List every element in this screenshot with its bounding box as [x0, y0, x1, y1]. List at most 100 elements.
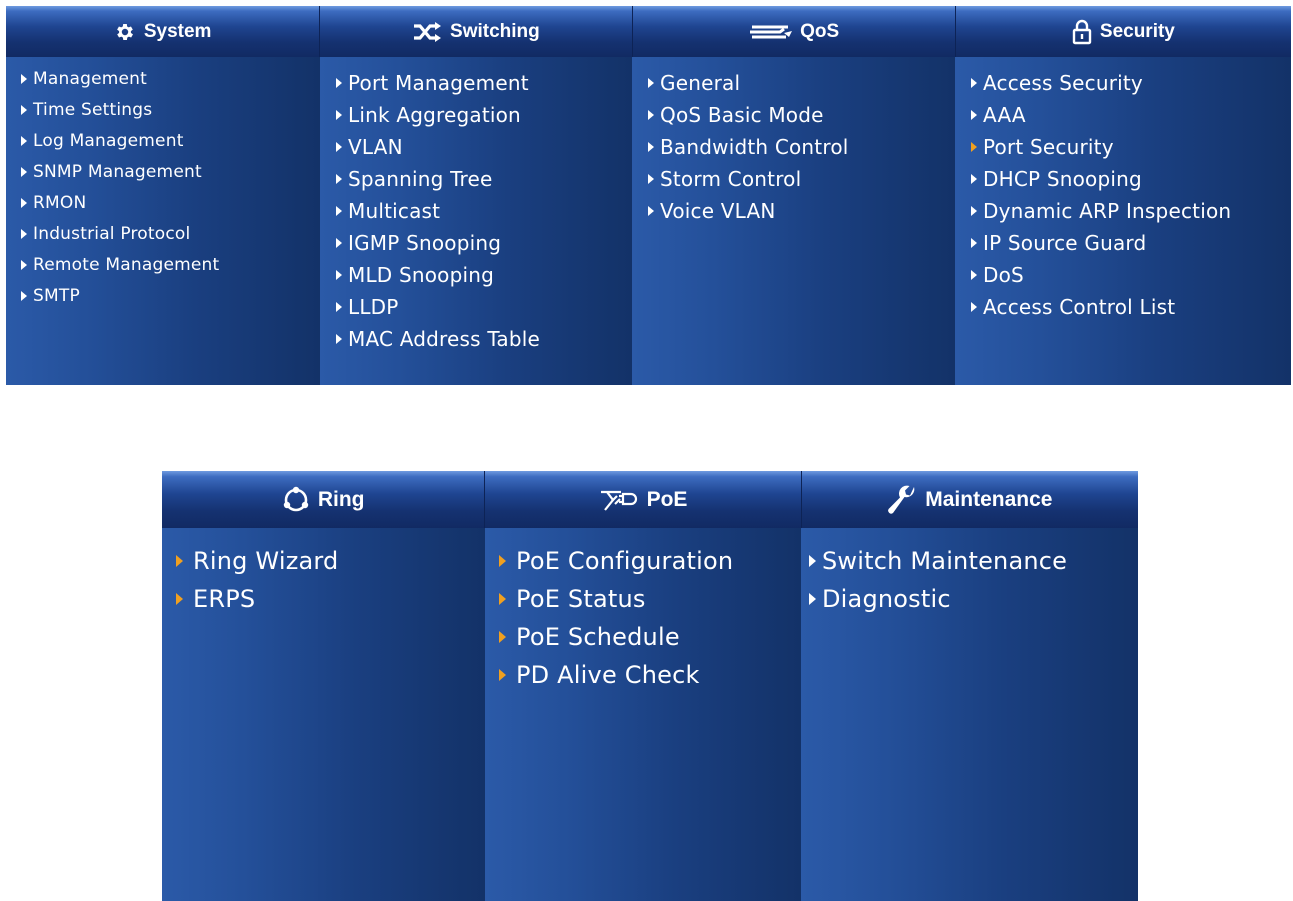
menu-item-label: PoE Schedule [516, 623, 680, 651]
menu-item-label: Port Security [983, 135, 1114, 159]
menu-item-ring-erps[interactable]: ERPS [162, 580, 485, 618]
arrow-right-icon [336, 110, 342, 120]
arrow-right-icon [336, 142, 342, 152]
menu-item-maintenance-diagnostic[interactable]: Diagnostic [801, 580, 1138, 618]
menu-item-label: Voice VLAN [660, 199, 776, 223]
menu-item-label: Access Control List [983, 295, 1176, 319]
menu-header-system[interactable]: System [6, 6, 321, 57]
menu-item-qos-voice-vlan[interactable]: Voice VLAN [632, 195, 955, 227]
wrench-icon [887, 483, 917, 517]
menu-item-security-dhcp-snooping[interactable]: DHCP Snooping [955, 163, 1291, 195]
menu-item-system-time-settings[interactable]: Time Settings [6, 94, 320, 125]
arrow-right-icon [336, 238, 342, 248]
menu-item-security-access-security[interactable]: Access Security [955, 67, 1291, 99]
menu-item-label: SNMP Management [33, 161, 202, 182]
arrow-right-icon [971, 270, 977, 280]
menu-item-switching-mac-address-table[interactable]: MAC Address Table [320, 323, 632, 355]
menu-item-switching-link-aggregation[interactable]: Link Aggregation [320, 99, 632, 131]
top-menu-body: Management Time Settings Log Management SNM… [6, 57, 1291, 385]
menu-item-poe-poe-status[interactable]: PoE Status [485, 580, 801, 618]
menu-item-switching-igmp-snooping[interactable]: IGMP Snooping [320, 227, 632, 259]
menu-item-ring-ring-wizard[interactable]: Ring Wizard [162, 542, 485, 580]
arrow-right-icon [21, 197, 27, 208]
menu-header-switching[interactable]: Switching [320, 6, 633, 57]
menu-item-poe-pd-alive-check[interactable]: PD Alive Check [485, 656, 801, 694]
menu-item-label: MAC Address Table [348, 327, 541, 351]
menu-header-poe[interactable]: PoE [485, 471, 802, 528]
ring-icon [282, 486, 310, 514]
menu-item-label: Access Security [983, 71, 1143, 95]
top-menu-panel: System Switching QoS Security Management… [6, 6, 1291, 385]
menu-item-security-ip-source-guard[interactable]: IP Source Guard [955, 227, 1291, 259]
menu-column-poe: PoE Configuration PoE Status PoE Schedule P… [485, 528, 801, 901]
menu-item-label: Multicast [348, 199, 441, 223]
qos-lines-icon [748, 23, 793, 41]
menu-item-security-dynamic-arp-inspection[interactable]: Dynamic ARP Inspection [955, 195, 1291, 227]
menu-item-label: Dynamic ARP Inspection [983, 199, 1232, 223]
arrow-right-icon [336, 174, 342, 184]
menu-item-label: IGMP Snooping [348, 231, 502, 255]
menu-column-security: Access Security AAA Port Security DHCP Snoo… [955, 57, 1291, 385]
menu-item-poe-poe-schedule[interactable]: PoE Schedule [485, 618, 801, 656]
arrow-right-icon [971, 302, 977, 312]
menu-item-security-access-control-list[interactable]: Access Control List [955, 291, 1291, 323]
arrow-right-icon [499, 669, 506, 681]
menu-item-label: Spanning Tree [348, 167, 493, 191]
menu-item-label: Diagnostic [822, 585, 951, 613]
menu-header-ring[interactable]: Ring [162, 471, 486, 528]
menu-item-qos-general[interactable]: General [632, 67, 955, 99]
arrow-right-icon [21, 290, 27, 301]
menu-item-system-log-management[interactable]: Log Management [6, 125, 320, 156]
menu-header-security[interactable]: Security [955, 6, 1291, 57]
lock-icon [1072, 19, 1092, 45]
menu-item-switching-port-management[interactable]: Port Management [320, 67, 632, 99]
bottom-menu-body: Ring Wizard ERPS PoE Configuration PoE Sta… [162, 528, 1138, 901]
menu-header-maintenance[interactable]: Maintenance [801, 471, 1139, 528]
menu-item-maintenance-switch-maintenance[interactable]: Switch Maintenance [801, 542, 1138, 580]
menu-column-system: Management Time Settings Log Management SNM… [6, 57, 320, 385]
menu-header-qos[interactable]: QoS [632, 6, 956, 57]
menu-item-label: DHCP Snooping [983, 167, 1142, 191]
menu-item-switching-lldp[interactable]: LLDP [320, 291, 632, 323]
menu-item-qos-qos-basic-mode[interactable]: QoS Basic Mode [632, 99, 955, 131]
arrow-right-icon [648, 174, 654, 184]
menu-item-security-aaa[interactable]: AAA [955, 99, 1291, 131]
menu-header-maintenance-label: Maintenance [925, 487, 1053, 511]
arrow-right-icon [499, 555, 506, 567]
arrow-right-icon [176, 555, 183, 567]
bottom-menu-panel: Ring PoE Maintenance Ring Wizard ERPS PoE… [162, 471, 1139, 901]
menu-item-qos-bandwidth-control[interactable]: Bandwidth Control [632, 131, 955, 163]
arrow-right-icon [21, 259, 27, 270]
menu-item-label: Switch Maintenance [822, 547, 1068, 575]
menu-item-security-dos[interactable]: DoS [955, 259, 1291, 291]
menu-item-switching-spanning-tree[interactable]: Spanning Tree [320, 163, 632, 195]
menu-item-label: QoS Basic Mode [660, 103, 824, 127]
menu-item-label: PoE Status [516, 585, 646, 613]
menu-item-system-smtp[interactable]: SMTP [6, 280, 320, 311]
menu-item-label: Remote Management [33, 254, 220, 275]
menu-header-security-label: Security [1099, 20, 1175, 42]
menu-item-switching-vlan[interactable]: VLAN [320, 131, 632, 163]
arrow-right-icon [21, 104, 27, 115]
menu-item-system-rmon[interactable]: RMON [6, 187, 320, 218]
menu-item-system-industrial-protocol[interactable]: Industrial Protocol [6, 218, 320, 249]
menu-item-label: LLDP [348, 295, 399, 319]
menu-item-label: Bandwidth Control [660, 135, 849, 159]
menu-item-label: Management [33, 68, 147, 89]
menu-header-system-label: System [143, 20, 212, 42]
menu-item-security-port-security[interactable]: Port Security [955, 131, 1291, 163]
arrow-right-icon [971, 110, 977, 120]
menu-item-system-snmp-management[interactable]: SNMP Management [6, 156, 320, 187]
menu-item-system-management[interactable]: Management [6, 63, 320, 94]
menu-item-switching-mld-snooping[interactable]: MLD Snooping [320, 259, 632, 291]
arrow-right-icon [971, 142, 977, 152]
gear-icon [114, 21, 136, 43]
menu-item-system-remote-management[interactable]: Remote Management [6, 249, 320, 280]
menu-item-switching-multicast[interactable]: Multicast [320, 195, 632, 227]
arrow-right-icon [336, 302, 342, 312]
menu-header-switching-label: Switching [450, 20, 540, 42]
menu-item-qos-storm-control[interactable]: Storm Control [632, 163, 955, 195]
arrow-right-icon [336, 206, 342, 216]
arrow-right-icon [809, 593, 816, 605]
menu-item-poe-poe-configuration[interactable]: PoE Configuration [485, 542, 801, 580]
